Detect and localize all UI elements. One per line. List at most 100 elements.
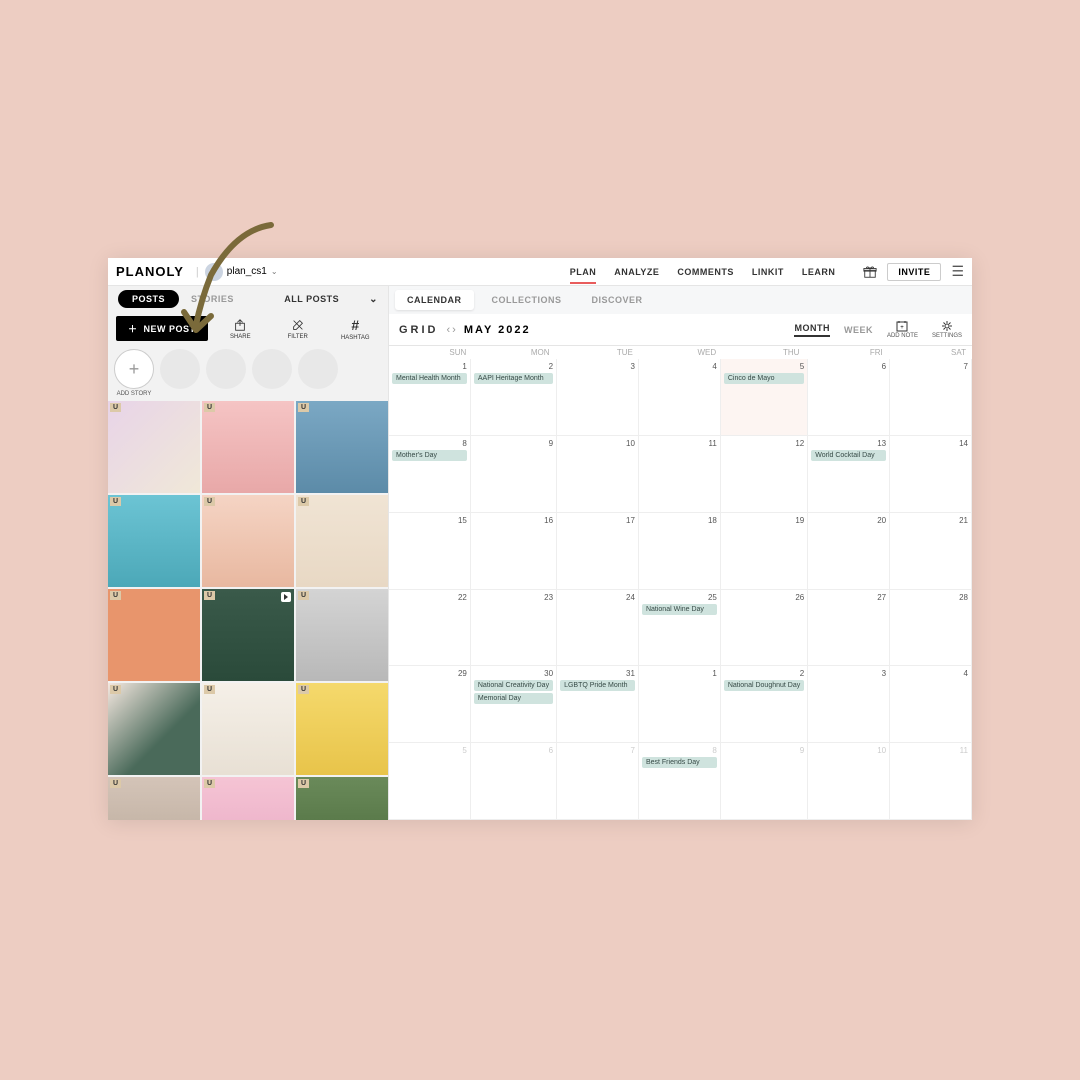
add-story-button[interactable]: + [114,349,154,389]
calendar-day[interactable]: 20 [808,513,890,590]
calendar-day[interactable]: 29 [389,666,471,743]
calendar-day[interactable]: 3 [557,359,639,436]
post-thumbnail[interactable]: U [202,777,294,820]
tab-stories[interactable]: STORIES [191,294,234,304]
calendar-day[interactable]: 1Mental Health Month [389,359,471,436]
grid-mode-label[interactable]: GRID [399,324,439,336]
calendar-day[interactable]: 13World Cocktail Day [808,436,890,513]
post-thumbnail[interactable]: U [202,495,294,587]
calendar-event[interactable]: Best Friends Day [642,757,717,768]
calendar-day[interactable]: 5Cinco de Mayo [721,359,808,436]
calendar-day[interactable]: 14 [890,436,972,513]
nav-plan[interactable]: PLAN [570,267,597,277]
view-month[interactable]: MONTH [794,323,830,337]
post-thumbnail[interactable]: U [108,683,200,775]
new-post-button[interactable]: ＋ NEW POST [116,316,208,341]
post-thumbnail[interactable]: U [202,401,294,493]
calendar-day[interactable]: 22 [389,590,471,667]
calendar-day[interactable]: 31LGBTQ Pride Month [557,666,639,743]
calendar-day[interactable]: 7 [557,743,639,820]
post-thumbnail[interactable]: U [296,589,388,681]
calendar-event[interactable]: Mother's Day [392,450,467,461]
post-thumbnail[interactable]: U [296,401,388,493]
hashtag-button[interactable]: # HASHTAG [331,317,380,341]
calendar-day[interactable]: 15 [389,513,471,590]
gift-icon[interactable] [863,265,877,279]
calendar-day[interactable]: 8Best Friends Day [639,743,721,820]
calendar-day[interactable]: 11 [639,436,721,513]
nav-linkit[interactable]: LINKIT [752,267,784,277]
subtab-collections[interactable]: COLLECTIONS [480,290,574,310]
calendar-day[interactable]: 30National Creativity DayMemorial Day [471,666,557,743]
nav-comments[interactable]: COMMENTS [677,267,734,277]
calendar-day[interactable]: 4 [890,666,972,743]
post-thumbnail[interactable]: U [296,777,388,820]
calendar-day[interactable]: 7 [890,359,972,436]
add-note-button[interactable]: + ADD NOTE [887,320,918,339]
calendar-event[interactable]: World Cocktail Day [811,450,886,461]
story-placeholder[interactable] [160,349,200,389]
story-placeholder[interactable] [206,349,246,389]
hamburger-icon[interactable]: ☰ [951,263,964,280]
view-week[interactable]: WEEK [844,325,873,335]
calendar-event[interactable]: Mental Health Month [392,373,467,384]
share-button[interactable]: SHARE [216,318,265,340]
calendar-day[interactable]: 3 [808,666,890,743]
calendar-day[interactable]: 10 [808,743,890,820]
calendar-day[interactable]: 2National Doughnut Day [721,666,808,743]
day-number: 4 [642,362,717,371]
next-month-button[interactable]: › [452,324,456,336]
calendar-day[interactable]: 25National Wine Day [639,590,721,667]
post-thumbnail[interactable]: U [202,589,294,681]
calendar-day[interactable]: 26 [721,590,808,667]
post-thumbnail[interactable]: U [296,495,388,587]
calendar-day[interactable]: 5 [389,743,471,820]
calendar-day[interactable]: 27 [808,590,890,667]
calendar-day[interactable]: 28 [890,590,972,667]
calendar-day[interactable]: 6 [808,359,890,436]
prev-month-button[interactable]: ‹ [447,324,451,336]
calendar-event[interactable]: AAPI Heritage Month [474,373,553,384]
story-placeholder[interactable] [252,349,292,389]
calendar-day[interactable]: 6 [471,743,557,820]
calendar-day[interactable]: 10 [557,436,639,513]
calendar-day[interactable]: 17 [557,513,639,590]
calendar-event[interactable]: Memorial Day [474,693,553,704]
calendar-event[interactable]: National Creativity Day [474,680,553,691]
calendar-day[interactable]: 23 [471,590,557,667]
account-switcher[interactable]: P plan_cs1 ⌄ [205,263,278,281]
post-thumbnail[interactable]: U [296,683,388,775]
calendar-day[interactable]: 8Mother's Day [389,436,471,513]
calendar-event[interactable]: National Doughnut Day [724,680,804,691]
calendar-day[interactable]: 12 [721,436,808,513]
story-placeholder[interactable] [298,349,338,389]
calendar-day[interactable]: 1 [639,666,721,743]
calendar-day[interactable]: 24 [557,590,639,667]
all-posts-dropdown[interactable]: ALL POSTS ⌄ [284,294,378,305]
post-thumbnail[interactable]: U [108,495,200,587]
subtab-discover[interactable]: DISCOVER [580,290,655,310]
calendar-day[interactable]: 11 [890,743,972,820]
calendar-day[interactable]: 2AAPI Heritage Month [471,359,557,436]
calendar-day[interactable]: 9 [721,743,808,820]
post-thumbnail[interactable]: U [108,589,200,681]
calendar-day[interactable]: 16 [471,513,557,590]
calendar-event[interactable]: Cinco de Mayo [724,373,804,384]
calendar-event[interactable]: LGBTQ Pride Month [560,680,635,691]
post-thumbnail[interactable]: U [108,401,200,493]
calendar-day[interactable]: 9 [471,436,557,513]
tab-posts[interactable]: POSTS [118,290,179,308]
subtab-calendar[interactable]: CALENDAR [395,290,474,310]
calendar-day[interactable]: 4 [639,359,721,436]
post-thumbnail[interactable]: U [202,683,294,775]
nav-analyze[interactable]: ANALYZE [614,267,659,277]
settings-button[interactable]: SETTINGS [932,320,962,339]
calendar-day[interactable]: 21 [890,513,972,590]
nav-learn[interactable]: LEARN [802,267,836,277]
filter-button[interactable]: FILTER [273,318,322,340]
calendar-day[interactable]: 19 [721,513,808,590]
post-thumbnail[interactable]: U [108,777,200,820]
calendar-day[interactable]: 18 [639,513,721,590]
invite-button[interactable]: INVITE [887,263,941,281]
calendar-event[interactable]: National Wine Day [642,604,717,615]
